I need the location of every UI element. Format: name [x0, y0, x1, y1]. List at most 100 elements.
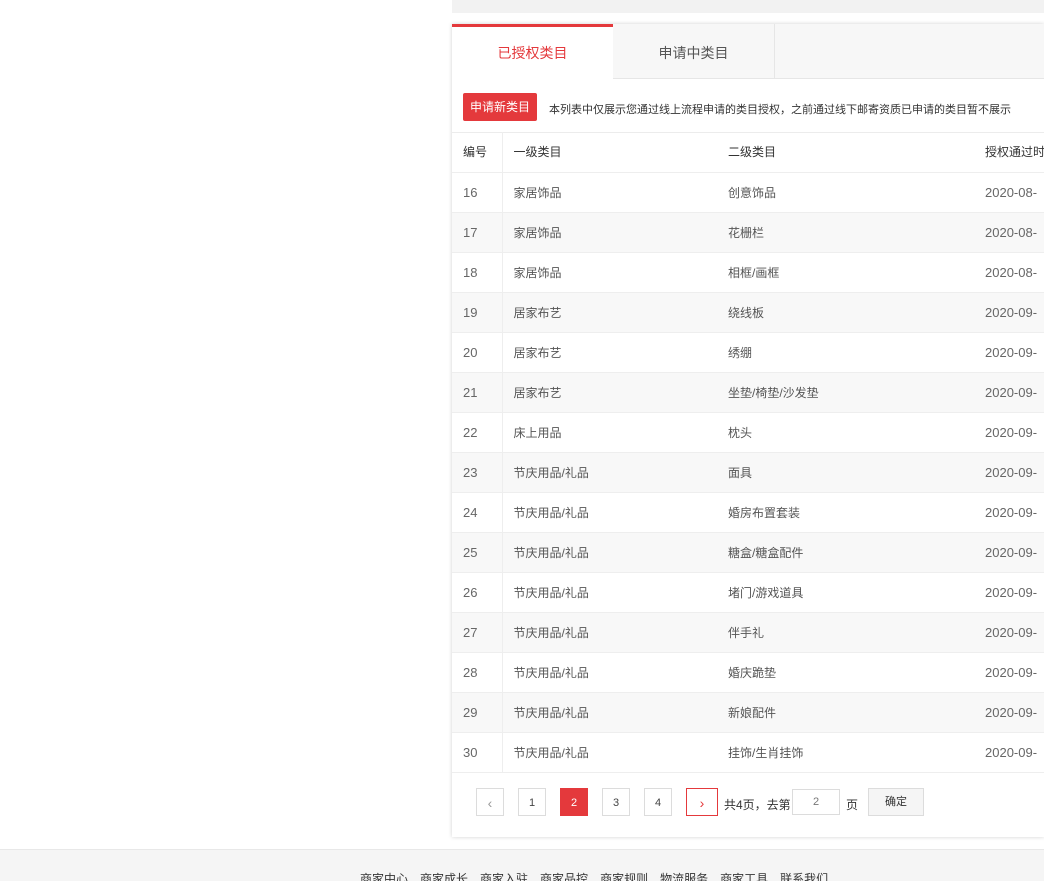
- row-level1-category: 居家布艺: [502, 292, 717, 333]
- row-level1-category: 家居饰品: [502, 172, 717, 213]
- row-level2-category: 挂饰/生肖挂饰: [717, 732, 974, 773]
- row-approval-date: 2020-09-: [974, 332, 1044, 373]
- row-approval-date: 2020-09-: [974, 412, 1044, 453]
- row-level1-category: 节庆用品/礼品: [502, 652, 717, 693]
- row-level1-category: 节庆用品/礼品: [502, 452, 717, 493]
- table-row: 21 居家布艺 坐垫/椅垫/沙发垫 2020-09-: [452, 372, 1044, 413]
- page-2-button[interactable]: 2: [560, 788, 588, 816]
- table-row: 19 居家布艺 绕线板 2020-09-: [452, 292, 1044, 333]
- row-level1-category: 节庆用品/礼品: [502, 692, 717, 733]
- row-approval-date: 2020-09-: [974, 532, 1044, 573]
- category-panel: 已授权类目 申请中类目 申请新类目 本列表中仅展示您通过线上流程申请的类目授权，…: [452, 24, 1044, 837]
- row-approval-date: 2020-09-: [974, 572, 1044, 613]
- row-level1-category: 节庆用品/礼品: [502, 532, 717, 573]
- total-pages-label: 共4页，去第: [724, 798, 791, 812]
- notice-row: 申请新类目 本列表中仅展示您通过线上流程申请的类目授权，之前通过线下邮寄资质已申…: [452, 79, 1044, 133]
- row-level2-category: 婚庆跪垫: [717, 652, 974, 693]
- page-3-button[interactable]: 3: [602, 788, 630, 816]
- header-approval-date: 授权通过时间: [974, 132, 1044, 173]
- row-level1-category: 家居饰品: [502, 252, 717, 293]
- row-level2-category: 婚房布置套装: [717, 492, 974, 533]
- row-level1-category: 节庆用品/礼品: [502, 572, 717, 613]
- row-number: 19: [452, 292, 503, 333]
- table-row: 16 家居饰品 创意饰品 2020-08-: [452, 172, 1044, 213]
- row-level2-category: 新娘配件: [717, 692, 974, 733]
- table-body: 16 家居饰品 创意饰品 2020-08- 17 家居饰品 花栅栏 2020-08- 18 家居饰…: [452, 172, 1044, 773]
- tab-bar: 已授权类目 申请中类目: [452, 24, 1044, 79]
- row-level2-category: 坐垫/椅垫/沙发垫: [717, 372, 974, 413]
- row-approval-date: 2020-09-: [974, 732, 1044, 773]
- table-row: 23 节庆用品/礼品 面具 2020-09-: [452, 452, 1044, 493]
- table-row: 26 节庆用品/礼品 堵门/游戏道具 2020-09-: [452, 572, 1044, 613]
- row-number: 20: [452, 332, 503, 373]
- row-number: 16: [452, 172, 503, 213]
- table-row: 29 节庆用品/礼品 新娘配件 2020-09-: [452, 692, 1044, 733]
- row-level1-category: 居家布艺: [502, 372, 717, 413]
- prev-page-icon[interactable]: ‹: [476, 788, 504, 816]
- row-level2-category: 伴手礼: [717, 612, 974, 653]
- row-approval-date: 2020-09-: [974, 652, 1044, 693]
- row-approval-date: 2020-09-: [974, 492, 1044, 533]
- row-level1-category: 家居饰品: [502, 212, 717, 253]
- apply-new-category-button[interactable]: 申请新类目: [463, 93, 538, 121]
- table-row: 18 家居饰品 相框/画框 2020-08-: [452, 252, 1044, 293]
- row-level2-category: 绕线板: [717, 292, 974, 333]
- page-1-button[interactable]: 1: [518, 788, 546, 816]
- row-number: 23: [452, 452, 503, 493]
- table-row: 28 节庆用品/礼品 婚庆跪垫 2020-09-: [452, 652, 1044, 693]
- row-approval-date: 2020-09-: [974, 452, 1044, 493]
- row-level1-category: 居家布艺: [502, 332, 717, 373]
- row-level1-category: 节庆用品/礼品: [502, 732, 717, 773]
- table-row: 25 节庆用品/礼品 糖盒/糖盒配件 2020-09-: [452, 532, 1044, 573]
- row-approval-date: 2020-09-: [974, 292, 1044, 333]
- row-level2-category: 相框/画框: [717, 252, 974, 293]
- page-jump-confirm-button[interactable]: 确定: [868, 788, 924, 816]
- tab-pending-categories[interactable]: 申请中类目: [613, 24, 775, 78]
- row-approval-date: 2020-09-: [974, 692, 1044, 733]
- row-level2-category: 创意饰品: [717, 172, 974, 213]
- row-level2-category: 糖盒/糖盒配件: [717, 532, 974, 573]
- table-row: 27 节庆用品/礼品 伴手礼 2020-09-: [452, 612, 1044, 653]
- notice-text: 本列表中仅展示您通过线上流程申请的类目授权，之前通过线下邮寄资质已申请的类目暂不…: [549, 104, 1011, 116]
- row-number: 29: [452, 692, 503, 733]
- header-number: 编号: [452, 132, 503, 173]
- table-row: 24 节庆用品/礼品 婚房布置套装 2020-09-: [452, 492, 1044, 533]
- row-number: 18: [452, 252, 503, 293]
- page-jump-input[interactable]: [792, 789, 840, 815]
- row-approval-date: 2020-09-: [974, 372, 1044, 413]
- table-row: 17 家居饰品 花栅栏 2020-08-: [452, 212, 1044, 253]
- row-approval-date: 2020-09-: [974, 612, 1044, 653]
- table-row: 20 居家布艺 绣绷 2020-09-: [452, 332, 1044, 373]
- row-number: 17: [452, 212, 503, 253]
- row-level2-category: 面具: [717, 452, 974, 493]
- row-number: 22: [452, 412, 503, 453]
- top-bar: [452, 0, 1044, 13]
- row-level2-category: 花栅栏: [717, 212, 974, 253]
- row-level1-category: 节庆用品/礼品: [502, 492, 717, 533]
- footer-links: 商家中心 商家成长 商家入驻 商家品控 商家规则 物流服务 商家工具 联系我们: [360, 870, 840, 881]
- next-page-icon[interactable]: ›: [686, 788, 718, 816]
- row-number: 28: [452, 652, 503, 693]
- table-row: 30 节庆用品/礼品 挂饰/生肖挂饰 2020-09-: [452, 732, 1044, 773]
- row-approval-date: 2020-08-: [974, 212, 1044, 253]
- row-number: 30: [452, 732, 503, 773]
- row-approval-date: 2020-08-: [974, 172, 1044, 213]
- row-number: 24: [452, 492, 503, 533]
- category-table: 编号 一级类目 二级类目 授权通过时间 16家居饰品创意饰品2020-08-17…: [452, 132, 1044, 773]
- row-approval-date: 2020-08-: [974, 252, 1044, 293]
- row-number: 27: [452, 612, 503, 653]
- page-suffix-label: 页: [846, 798, 859, 812]
- row-number: 26: [452, 572, 503, 613]
- row-level2-category: 绣绷: [717, 332, 974, 373]
- header-level1-category: 一级类目: [502, 132, 717, 173]
- row-level1-category: 节庆用品/礼品: [502, 612, 717, 653]
- row-level2-category: 堵门/游戏道具: [717, 572, 974, 613]
- row-level1-category: 床上用品: [502, 412, 717, 453]
- page-4-button[interactable]: 4: [644, 788, 672, 816]
- tab-authorized-categories[interactable]: 已授权类目: [452, 24, 613, 79]
- row-number: 25: [452, 532, 503, 573]
- row-level2-category: 枕头: [717, 412, 974, 453]
- header-level2-category: 二级类目: [717, 132, 974, 173]
- table-row: 22 床上用品 枕头 2020-09-: [452, 412, 1044, 453]
- row-number: 21: [452, 372, 503, 413]
